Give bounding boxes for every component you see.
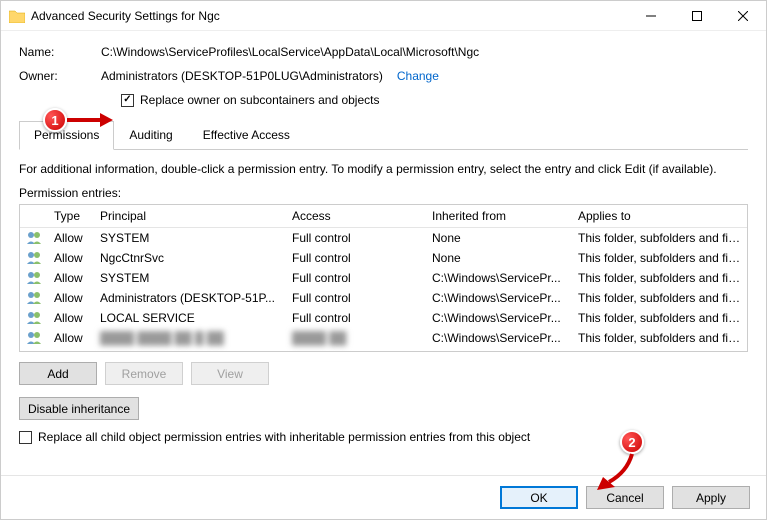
tab-strip: Permissions Auditing Effective Access [19, 121, 748, 150]
cell-principal: LOCAL SERVICE [94, 307, 286, 329]
col-access[interactable]: Access [286, 205, 426, 227]
cell-applies: This folder, subfolders and files [572, 267, 747, 289]
cell-type: Allow [48, 327, 94, 349]
title-bar: Advanced Security Settings for Ngc [1, 1, 766, 31]
disable-inheritance-button[interactable]: Disable inheritance [19, 397, 139, 420]
col-principal[interactable]: Principal [94, 205, 286, 227]
cell-type: Allow [48, 267, 94, 289]
cell-inherited: C:\Windows\ServicePr... [426, 267, 572, 289]
tab-effective-access[interactable]: Effective Access [188, 121, 305, 149]
cell-access: Full control [286, 267, 426, 289]
table-row[interactable]: AllowSYSTEMFull controlNoneThis folder, … [20, 228, 747, 248]
cell-access: Full control [286, 247, 426, 269]
change-link[interactable]: Change [397, 69, 439, 83]
principal-icon [20, 326, 48, 351]
cell-principal: SYSTEM [94, 227, 286, 249]
tab-auditing[interactable]: Auditing [114, 121, 187, 149]
cell-inherited: C:\Windows\ServicePr... [426, 307, 572, 329]
annotation-balloon-2: 2 [620, 430, 644, 454]
maximize-button[interactable] [674, 1, 720, 31]
replace-children-label: Replace all child object permission entr… [38, 430, 530, 444]
table-row[interactable]: AllowAdministrators (DESKTOP-51P...Full … [20, 288, 747, 308]
minimize-button[interactable] [628, 1, 674, 31]
table-row[interactable]: AllowLOCAL SERVICEFull controlC:\Windows… [20, 308, 747, 328]
cell-applies: This folder, subfolders and files [572, 227, 747, 249]
cell-type: Allow [48, 287, 94, 309]
cell-inherited: C:\Windows\ServicePr... [426, 287, 572, 309]
cell-principal: ████ ████ ██ █ ██ [94, 327, 286, 349]
replace-children-checkbox[interactable] [19, 431, 32, 444]
name-value: C:\Windows\ServiceProfiles\LocalService\… [101, 45, 479, 59]
dialog-footer: OK Cancel Apply [1, 475, 766, 519]
col-applies[interactable]: Applies to [572, 205, 747, 227]
cell-applies: This folder, subfolders and files [572, 247, 747, 269]
window-title: Advanced Security Settings for Ngc [31, 9, 628, 23]
replace-owner-label: Replace owner on subcontainers and objec… [140, 93, 379, 107]
col-type[interactable]: Type [48, 205, 94, 227]
cell-principal: SYSTEM [94, 267, 286, 289]
col-inherited[interactable]: Inherited from [426, 205, 572, 227]
table-row[interactable]: AllowSYSTEMFull controlC:\Windows\Servic… [20, 268, 747, 288]
add-button[interactable]: Add [19, 362, 97, 385]
cell-type: Allow [48, 307, 94, 329]
cell-type: Allow [48, 227, 94, 249]
cell-type: Allow [48, 247, 94, 269]
table-header: Type Principal Access Inherited from App… [20, 205, 747, 228]
ok-button[interactable]: OK [500, 486, 578, 509]
owner-value: Administrators (DESKTOP-51P0LUG\Administ… [101, 69, 383, 83]
cell-applies: This folder, subfolders and files [572, 307, 747, 329]
cell-inherited: None [426, 247, 572, 269]
cell-access: ████ ██ [286, 327, 426, 349]
table-row[interactable]: Allow████ ████ ██ █ ██████ ██C:\Windows\… [20, 328, 747, 348]
cell-applies: This folder, subfolders and files [572, 287, 747, 309]
cell-inherited: C:\Windows\ServicePr... [426, 327, 572, 349]
table-row[interactable]: AllowNgcCtnrSvcFull controlNoneThis fold… [20, 248, 747, 268]
name-label: Name: [19, 45, 101, 59]
view-button: View [191, 362, 269, 385]
permission-entries-label: Permission entries: [19, 186, 748, 200]
owner-label: Owner: [19, 69, 101, 83]
permission-table: Type Principal Access Inherited from App… [19, 204, 748, 352]
cell-principal: NgcCtnrSvc [94, 247, 286, 269]
cell-access: Full control [286, 227, 426, 249]
close-button[interactable] [720, 1, 766, 31]
annotation-arrow-1 [67, 111, 113, 129]
folder-icon [9, 9, 25, 23]
cell-applies: This folder, subfolders and files [572, 327, 747, 349]
replace-owner-checkbox[interactable] [121, 94, 134, 107]
annotation-balloon-1: 1 [43, 108, 67, 132]
annotation-arrow-2 [597, 452, 637, 492]
remove-button: Remove [105, 362, 183, 385]
cell-access: Full control [286, 287, 426, 309]
info-text: For additional information, double-click… [19, 162, 748, 176]
cell-principal: Administrators (DESKTOP-51P... [94, 287, 286, 309]
cell-access: Full control [286, 307, 426, 329]
apply-button[interactable]: Apply [672, 486, 750, 509]
cell-inherited: None [426, 227, 572, 249]
